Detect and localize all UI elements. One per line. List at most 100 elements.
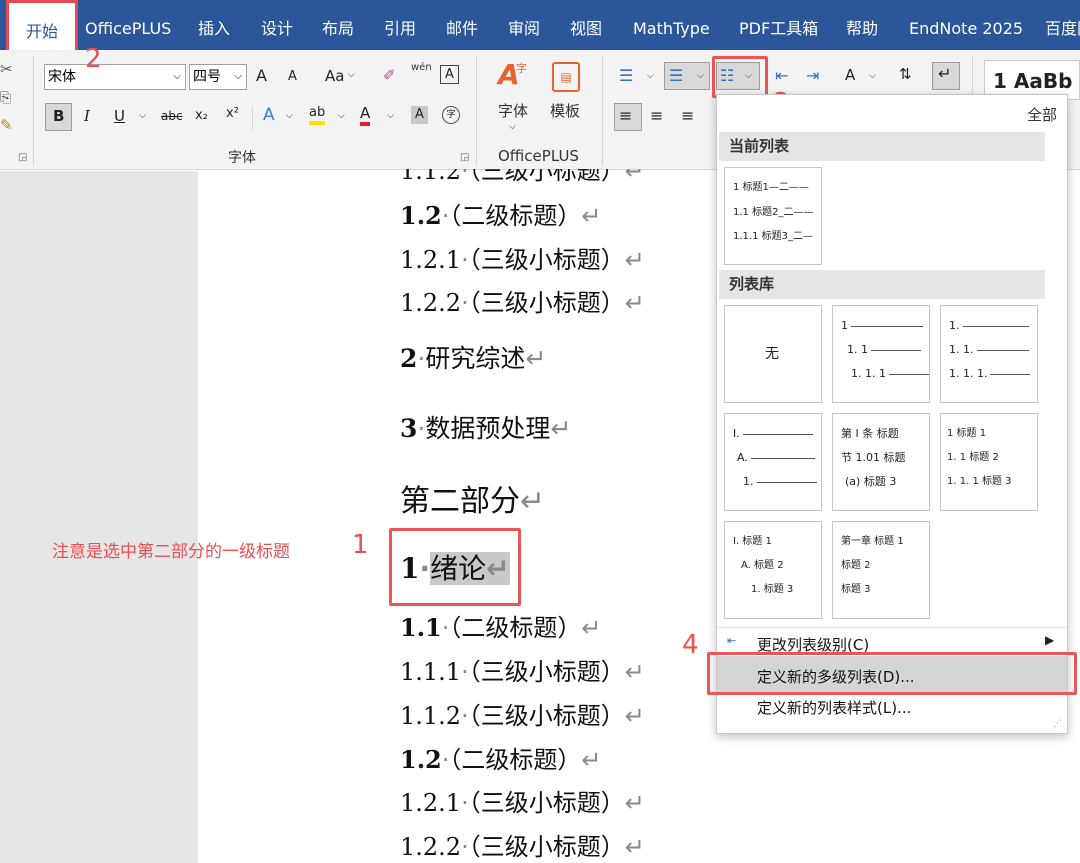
- tab-mailings[interactable]: 邮件: [446, 0, 478, 50]
- text-effects-icon[interactable]: A: [263, 105, 275, 125]
- list-tile-none[interactable]: 无: [724, 305, 822, 403]
- tab-view[interactable]: 视图: [570, 0, 602, 50]
- doc-line-heading2[interactable]: 1.2·（二级标题）↵: [400, 740, 602, 775]
- menu-item-define-new-list-style[interactable]: 定义新的列表样式(L)...: [757, 697, 911, 718]
- doc-line-heading3[interactable]: 1.1.2·（三级小标题）↵: [400, 696, 645, 731]
- font-dialog-launcher-icon[interactable]: ◲: [460, 152, 469, 163]
- tab-mathtype[interactable]: MathType: [633, 0, 710, 50]
- change-level-icon: ⇤: [727, 634, 737, 647]
- increase-indent-icon[interactable]: ⇥: [806, 66, 819, 85]
- font-name-combo[interactable]: 宋体 ⌵: [44, 64, 186, 90]
- sort-icon[interactable]: ⇅: [899, 65, 912, 83]
- tab-officeplus[interactable]: OfficePLUS: [85, 0, 171, 50]
- format-painter-icon[interactable]: ✎: [0, 116, 13, 134]
- annotation-step-2: 2: [85, 44, 102, 74]
- list-tile-heading-roman[interactable]: I. 标题 1 A. 标题 2 1. 标题 3: [724, 521, 822, 619]
- tab-baidu[interactable]: 百度网: [1045, 0, 1080, 50]
- chevron-down-icon: ⌵: [173, 71, 181, 82]
- officeplus-font-badge-icon: 字: [516, 62, 527, 75]
- change-case-icon[interactable]: Aa: [325, 67, 344, 85]
- tab-pdf-toolbox[interactable]: PDF工具箱: [739, 0, 818, 50]
- char-shading-icon[interactable]: A: [411, 106, 428, 124]
- chevron-down-icon[interactable]: ⌵: [869, 71, 876, 81]
- tab-insert[interactable]: 插入: [198, 0, 230, 50]
- resize-grip-icon[interactable]: ⋰: [1053, 719, 1062, 729]
- template-icon[interactable]: ▤: [552, 62, 580, 92]
- tab-review[interactable]: 审阅: [508, 0, 540, 50]
- highlight-box-multilevel-button: [712, 56, 768, 98]
- chevron-down-icon[interactable]: ⌵: [338, 111, 345, 121]
- doc-line-heading3[interactable]: 1.2.2·（三级小标题）↵: [400, 283, 645, 318]
- chevron-down-icon[interactable]: ⌵: [387, 111, 394, 121]
- tab-home[interactable]: 开始: [6, 0, 78, 50]
- chevron-down-icon[interactable]: ⌵: [647, 71, 654, 81]
- chevron-down-icon[interactable]: ⌵: [139, 111, 146, 121]
- clear-format-icon[interactable]: ✐: [383, 66, 396, 84]
- decrease-indent-icon[interactable]: ⇤: [775, 66, 788, 85]
- show-marks-icon[interactable]: ↵: [938, 64, 951, 83]
- tab-design[interactable]: 设计: [261, 0, 293, 50]
- align-left-icon[interactable]: ≡: [619, 106, 632, 125]
- grow-font-icon[interactable]: A: [256, 66, 267, 85]
- tab-endnote[interactable]: EndNote 2025: [909, 0, 1023, 50]
- subscript-button[interactable]: x₂: [195, 108, 208, 123]
- italic-button[interactable]: I: [84, 107, 90, 125]
- font-name-value: 宋体: [48, 69, 76, 85]
- submenu-arrow-icon: ▶: [1045, 633, 1055, 647]
- char-border-icon[interactable]: A: [440, 65, 459, 84]
- underline-button[interactable]: U: [114, 107, 125, 125]
- numbering-icon[interactable]: ☰: [669, 66, 683, 85]
- chevron-down-icon[interactable]: ⌵: [697, 71, 704, 81]
- list-tile-roman[interactable]: I. A. 1.: [724, 413, 822, 511]
- annotation-step-1: 1: [352, 530, 369, 560]
- doc-line-heading1[interactable]: 3·数据预处理↵: [400, 409, 571, 445]
- current-list-header: 当前列表: [719, 132, 1045, 161]
- annotation-note: 注意是选中第二部分的一级标题: [52, 542, 290, 562]
- clipboard-launcher-icon[interactable]: ◲: [18, 152, 27, 163]
- doc-line-heading2[interactable]: 1.2·（二级标题）↵: [400, 196, 602, 231]
- officeplus-font-button[interactable]: 字体: [498, 100, 528, 121]
- doc-line-heading2[interactable]: 1.1·（二级标题）↵: [400, 608, 602, 643]
- doc-line-heading3[interactable]: 1.2.2·（三级小标题）↵: [400, 827, 645, 862]
- align-center-icon[interactable]: ≡: [650, 106, 663, 125]
- chevron-down-icon[interactable]: ⌵: [286, 111, 293, 121]
- chinese-layout-icon[interactable]: A: [845, 66, 855, 84]
- font-color-icon[interactable]: A: [360, 105, 371, 126]
- doc-line-heading1[interactable]: 2·研究综述↵: [400, 339, 546, 375]
- list-tile-decimal-dot[interactable]: 1. 1. 1. 1. 1. 1.: [940, 305, 1038, 403]
- doc-line-part-title[interactable]: 第二部分↵: [400, 476, 545, 520]
- multilevel-list-dropdown: 全部 当前列表 1 标题1—二—— 1.1 标题2_二—— 1.1.1 标题3_…: [716, 94, 1068, 734]
- highlight-box-define-multilevel: [707, 652, 1077, 695]
- chevron-down-icon[interactable]: ⌵: [348, 70, 355, 80]
- doc-line-heading3[interactable]: 1.1.1·（三级小标题）↵: [400, 652, 645, 687]
- tab-references[interactable]: 引用: [384, 0, 416, 50]
- font-size-combo[interactable]: 四号 ⌵: [189, 64, 247, 90]
- copy-icon[interactable]: ⎘: [0, 90, 11, 106]
- filter-all-label[interactable]: 全部: [1027, 104, 1057, 125]
- doc-line-heading3[interactable]: 1.2.1·（三级小标题）↵: [400, 783, 645, 818]
- list-tile-decimal[interactable]: 1 1. 1 1. 1. 1: [832, 305, 930, 403]
- font-size-value: 四号: [193, 69, 221, 85]
- chevron-down-icon[interactable]: ⌵: [509, 122, 516, 132]
- ribbon-tab-bar: 开始 OfficePLUS 插入 设计 布局 引用 邮件 审阅 视图 MathT…: [0, 0, 1080, 50]
- font-group-label: 字体: [228, 150, 256, 166]
- cut-icon[interactable]: ✂: [0, 60, 13, 78]
- highlight-color-icon[interactable]: ab: [309, 105, 326, 125]
- doc-line-heading3[interactable]: 1.2.1·（三级小标题）↵: [400, 240, 645, 275]
- bullets-icon[interactable]: ☰: [619, 66, 633, 85]
- align-right-icon[interactable]: ≡: [681, 106, 694, 125]
- list-tile-heading-decimal[interactable]: 1 标题 1 1. 1 标题 2 1. 1. 1 标题 3: [940, 413, 1038, 511]
- superscript-button[interactable]: x²: [226, 106, 239, 121]
- list-tile-chapter[interactable]: 第一章 标题 1 标题 2 标题 3: [832, 521, 930, 619]
- bold-button[interactable]: B: [53, 107, 64, 125]
- current-list-tile[interactable]: 1 标题1—二—— 1.1 标题2_二—— 1.1.1 标题3_二—: [724, 167, 822, 265]
- strikethrough-button[interactable]: abc: [161, 109, 183, 123]
- tab-help[interactable]: 帮助: [846, 0, 878, 50]
- officeplus-group-label: OfficePLUS: [498, 147, 579, 165]
- list-tile-article-section[interactable]: 第 I 条 标题 节 1.01 标题 (a) 标题 3: [832, 413, 930, 511]
- tab-layout[interactable]: 布局: [322, 0, 354, 50]
- officeplus-template-button[interactable]: 模板: [550, 100, 580, 121]
- pinyin-guide-icon[interactable]: wén: [411, 62, 432, 73]
- shrink-font-icon[interactable]: A: [288, 69, 297, 84]
- enclose-char-icon[interactable]: 字: [442, 106, 460, 124]
